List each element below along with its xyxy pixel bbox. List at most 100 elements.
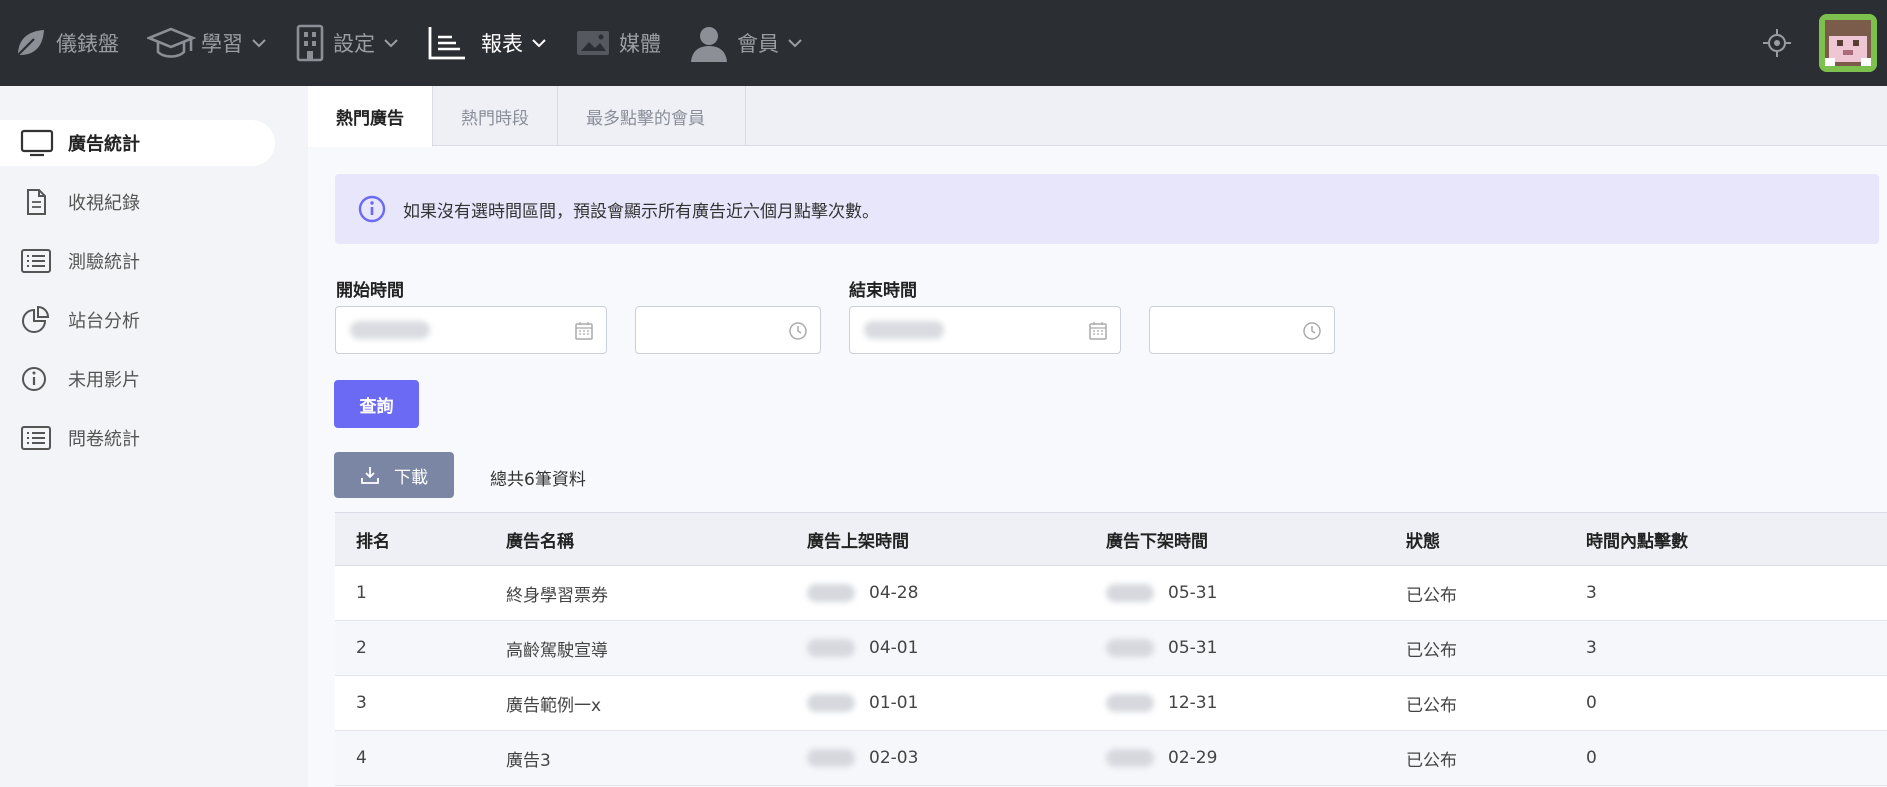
end-cell: 12-31 [1106, 693, 1217, 713]
sidebar-item-label: 收視紀錄 [68, 193, 140, 214]
end-cell: 05-31 [1106, 638, 1217, 658]
nav-label: 會員 [737, 32, 779, 56]
info-icon [20, 364, 56, 394]
clock-icon [788, 321, 808, 345]
redacted-value [864, 321, 944, 339]
table-row[interactable]: 2 高齡駕駛宣導 04-01 05-31 已公布 3 [335, 621, 1887, 676]
graduation-cap-icon [147, 25, 199, 61]
start-date-text: 02-03 [869, 748, 919, 768]
document-icon [20, 187, 56, 217]
avatar[interactable] [1819, 14, 1877, 72]
nav-label: 媒體 [619, 32, 661, 56]
redacted-year [1106, 639, 1154, 657]
start-cell: 04-28 [807, 583, 918, 603]
col-start-time: 廣告上架時間 [807, 531, 909, 552]
start-time-input[interactable] [635, 306, 821, 354]
status-cell: 已公布 [1406, 750, 1457, 771]
clicks-cell: 0 [1586, 693, 1597, 713]
end-date-text: 12-31 [1168, 693, 1218, 713]
nav-item-media[interactable]: 媒體 [561, 0, 675, 86]
end-date-text: 05-31 [1168, 638, 1218, 658]
sidebar-item-label: 廣告統計 [68, 134, 140, 155]
rank-cell: 4 [356, 748, 367, 768]
list-icon [20, 246, 56, 276]
tab-top-clicking-members[interactable]: 最多點擊的會員 [558, 86, 746, 146]
tab-popular-ads[interactable]: 熱門廣告 [308, 86, 433, 147]
start-cell: 04-01 [807, 638, 918, 658]
chevron-down-icon [251, 38, 267, 48]
table-row[interactable]: 3 廣告範例一x 01-01 12-31 已公布 0 [335, 676, 1887, 731]
name-cell: 廣告3 [506, 750, 551, 771]
start-date-text: 04-28 [869, 583, 919, 603]
chevron-down-icon [787, 38, 803, 48]
status-cell: 已公布 [1406, 640, 1457, 661]
clock-icon [1302, 321, 1322, 345]
sidebar-item-quiz-stats[interactable]: 測驗統計 [0, 238, 275, 284]
nav-item-reports[interactable]: 報表 [413, 0, 561, 86]
table-header: 排名 廣告名稱 廣告上架時間 廣告下架時間 狀態 時間內點擊數 [335, 512, 1887, 566]
top-navbar: 儀錶盤 學習 設定 報表 媒體 會員 [0, 0, 1887, 86]
chevron-down-icon [531, 38, 547, 48]
sidebar-item-ad-stats[interactable]: 廣告統計 [0, 120, 275, 166]
clicks-cell: 0 [1586, 748, 1597, 768]
sidebar-item-view-records[interactable]: 收視紀錄 [0, 179, 275, 225]
rank-cell: 2 [356, 638, 367, 658]
download-button[interactable]: 下載 [334, 452, 454, 498]
total-count: 總共6筆資料 [490, 470, 586, 490]
redacted-year [807, 639, 855, 657]
redacted-year [1106, 749, 1154, 767]
download-icon [360, 465, 380, 485]
start-cell: 02-03 [807, 748, 918, 768]
nav-item-settings[interactable]: 設定 [281, 0, 413, 86]
pie-chart-icon [20, 305, 56, 335]
nav-right [1757, 0, 1887, 86]
redacted-year [1106, 584, 1154, 602]
end-date-text: 02-29 [1168, 748, 1218, 768]
list-icon [20, 423, 56, 453]
sidebar-item-site-analysis[interactable]: 站台分析 [0, 297, 275, 343]
redacted-year [1106, 694, 1154, 712]
end-time-label: 結束時間 [849, 281, 917, 301]
locate-target-icon[interactable] [1757, 23, 1797, 63]
nav-item-learning[interactable]: 學習 [133, 0, 281, 86]
nav-label: 報表 [481, 32, 523, 56]
status-cell: 已公布 [1406, 585, 1457, 606]
nav-item-members[interactable]: 會員 [675, 0, 817, 86]
start-date-text: 01-01 [869, 693, 919, 713]
download-label: 下載 [394, 467, 428, 488]
end-time-input[interactable] [1149, 306, 1335, 354]
table-row[interactable]: 1 終身學習票券 04-28 05-31 已公布 3 [335, 566, 1887, 621]
start-cell: 01-01 [807, 693, 918, 713]
alert-text: 如果沒有選時間區間，預設會顯示所有廣告近六個月點擊次數。 [403, 201, 879, 222]
tab-popular-hours[interactable]: 熱門時段 [433, 86, 558, 146]
nav-label: 設定 [333, 32, 375, 56]
report-chart-icon [427, 25, 467, 61]
col-end-time: 廣告下架時間 [1106, 531, 1208, 552]
calendar-icon [574, 321, 594, 345]
sidebar-item-survey-stats[interactable]: 問卷統計 [0, 415, 275, 461]
start-date-input[interactable] [335, 306, 607, 354]
leaf-icon [12, 25, 48, 61]
end-date-text: 05-31 [1168, 583, 1218, 603]
query-button[interactable]: 查詢 [334, 380, 419, 428]
redacted-year [807, 694, 855, 712]
start-time-label: 開始時間 [336, 281, 404, 301]
rank-cell: 1 [356, 583, 367, 603]
calendar-icon [1088, 321, 1108, 345]
nav-label: 學習 [201, 32, 243, 56]
nav-item-dashboard[interactable]: 儀錶盤 [0, 0, 133, 86]
redacted-year [807, 749, 855, 767]
sidebar-item-unused-videos[interactable]: 未用影片 [0, 356, 275, 402]
redacted-value [350, 321, 430, 339]
end-cell: 05-31 [1106, 583, 1217, 603]
name-cell: 終身學習票券 [506, 585, 608, 606]
tab-bar: 熱門廣告 熱門時段 最多點擊的會員 [308, 86, 1887, 147]
col-ad-name: 廣告名稱 [506, 531, 574, 552]
start-date-text: 04-01 [869, 638, 919, 658]
sidebar-item-label: 測驗統計 [68, 252, 140, 273]
end-date-input[interactable] [849, 306, 1121, 354]
chevron-down-icon [383, 38, 399, 48]
user-icon [689, 23, 729, 63]
table-row[interactable]: 4 廣告3 02-03 02-29 已公布 0 [335, 731, 1887, 786]
main-content: 熱門廣告 熱門時段 最多點擊的會員 如果沒有選時間區間，預設會顯示所有廣告近六個… [308, 86, 1887, 787]
